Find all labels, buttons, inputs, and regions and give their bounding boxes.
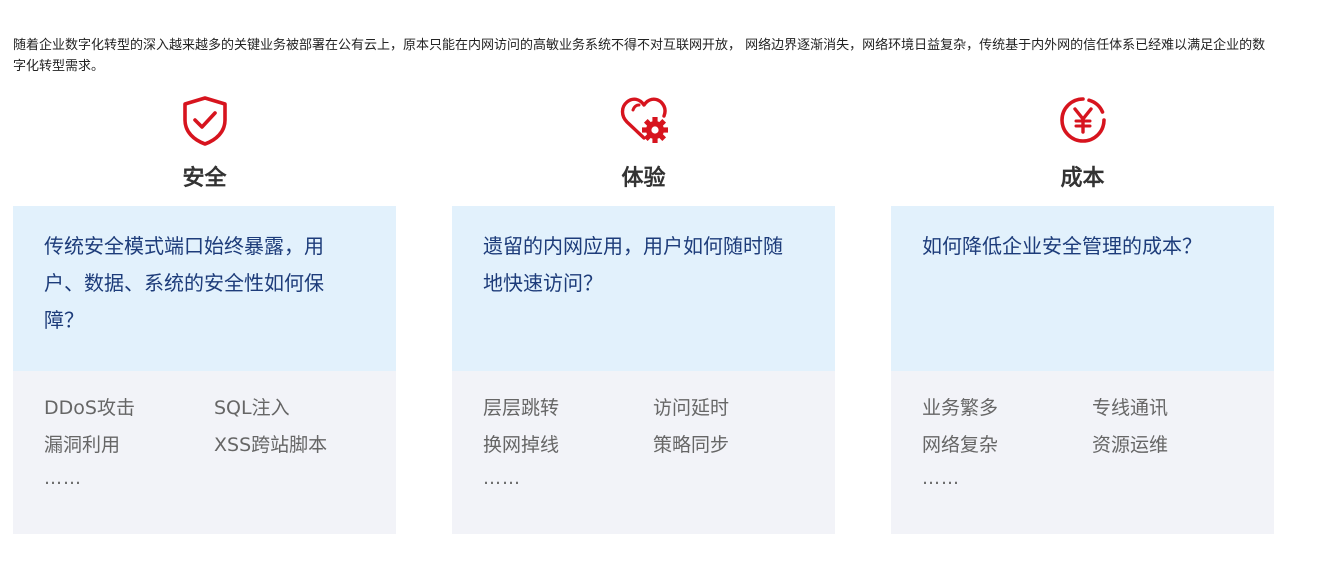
question-box: 遗留的内网应用，用户如何随时随地快速访问？: [452, 206, 835, 371]
issue-item: 换网掉线: [483, 434, 560, 456]
issue-item: 网络复杂: [922, 434, 999, 456]
question-text: 遗留的内网应用，用户如何随时随地快速访问？: [483, 234, 783, 295]
challenge-cards: 安全 传统安全模式端口始终暴露，用户、数据、系统的安全性如何保障？ DDoS攻击…: [13, 92, 1275, 534]
issue-item: 策略同步: [653, 434, 730, 456]
card-header: 安全: [13, 92, 396, 206]
issue-item: 层层跳转: [483, 397, 560, 419]
issue-item: 资源运维: [1092, 434, 1169, 456]
issue-more-ellipsis: ……: [483, 468, 521, 489]
issue-more-ellipsis: ……: [44, 468, 82, 489]
card-title: 安全: [182, 166, 227, 191]
heart-gear-icon: [619, 94, 669, 146]
issues-box: DDoS攻击 SQL注入 漏洞利用 XSS跨站脚本 ……: [13, 371, 396, 534]
shield-check-icon: [180, 94, 230, 146]
issue-more-ellipsis: ……: [922, 468, 960, 489]
card-title: 成本: [1060, 166, 1105, 191]
question-box: 传统安全模式端口始终暴露，用户、数据、系统的安全性如何保障？: [13, 206, 396, 371]
yen-circle-icon: [1058, 94, 1108, 146]
issue-list: 层层跳转 访问延时 换网掉线 策略同步: [483, 390, 835, 464]
issue-list: 业务繁多 专线通讯 网络复杂 资源运维: [922, 390, 1274, 464]
question-box: 如何降低企业安全管理的成本？: [891, 206, 1274, 371]
question-text: 如何降低企业安全管理的成本？: [922, 234, 1202, 258]
issue-item: 访问延时: [653, 397, 730, 419]
card-title: 体验: [621, 166, 666, 191]
issue-item: 专线通讯: [1092, 397, 1169, 419]
card-experience: 体验 遗留的内网应用，用户如何随时随地快速访问？ 层层跳转 访问延时 换网掉线 …: [452, 92, 835, 534]
issue-item: XSS跨站脚本: [214, 434, 328, 456]
issues-box: 业务繁多 专线通讯 网络复杂 资源运维 ……: [891, 371, 1274, 534]
card-security: 安全 传统安全模式端口始终暴露，用户、数据、系统的安全性如何保障？ DDoS攻击…: [13, 92, 396, 534]
issue-list: DDoS攻击 SQL注入 漏洞利用 XSS跨站脚本: [44, 390, 396, 464]
intro-paragraph: 随着企业数字化转型的深入越来越多的关键业务被部署在公有云上，原本只能在内网访问的…: [13, 38, 1266, 74]
issues-box: 层层跳转 访问延时 换网掉线 策略同步 ……: [452, 371, 835, 534]
card-header: 成本: [891, 92, 1274, 206]
issue-item: 漏洞利用: [44, 434, 121, 456]
issue-item: DDoS攻击: [44, 397, 135, 419]
issue-item: 业务繁多: [922, 397, 999, 419]
question-text: 传统安全模式端口始终暴露，用户、数据、系统的安全性如何保障？: [44, 234, 324, 332]
card-header: 体验: [452, 92, 835, 206]
card-cost: 成本 如何降低企业安全管理的成本？ 业务繁多 专线通讯 网络复杂 资源运维 ……: [891, 92, 1274, 534]
issue-item: SQL注入: [214, 397, 290, 419]
